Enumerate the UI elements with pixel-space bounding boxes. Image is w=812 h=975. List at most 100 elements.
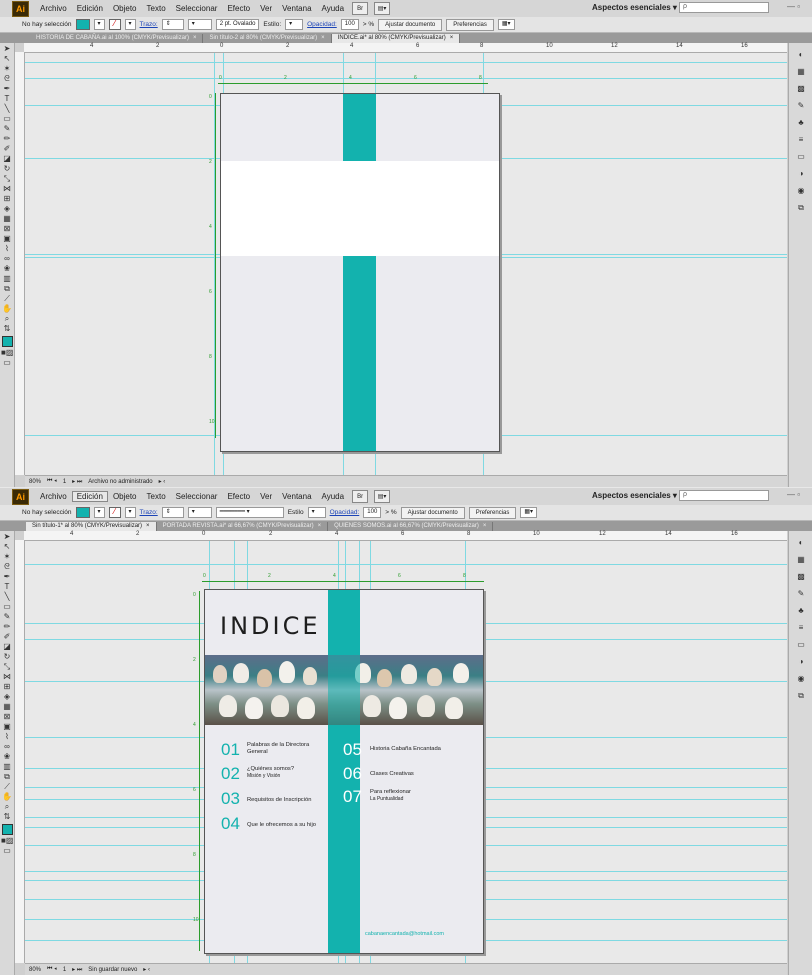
menu-edicion[interactable]: Edición (72, 4, 108, 13)
menu-texto[interactable]: Texto (142, 492, 171, 501)
window-controls[interactable]: — ▫ (787, 2, 800, 11)
teal-stripe-top[interactable] (343, 94, 376, 161)
scale-tool-icon[interactable]: ⤡ (1, 662, 13, 671)
line-tool-icon[interactable]: ╲ (1, 592, 13, 601)
menu-efecto[interactable]: Efecto (222, 492, 255, 501)
variable-width-dropdown[interactable]: ▾ (187, 507, 212, 518)
stroke-none-icon[interactable]: ⁄ (108, 19, 121, 30)
rectangle-tool-icon[interactable]: ▭ (1, 602, 13, 611)
tab-portada-revista[interactable]: PORTADA REVISTA.ai* al 66,67% (CMYK/Prev… (157, 521, 329, 531)
hand-tool-icon[interactable]: ✋ (1, 304, 13, 313)
status-menu-icon[interactable]: ▸ ‹ (143, 966, 150, 973)
zoom-tool-icon[interactable]: ⌕ (1, 802, 13, 811)
canvas[interactable]: 0 2 4 6 8 0 2 4 6 8 10 (25, 53, 787, 475)
canvas[interactable]: 0 2 4 6 8 0 2 4 6 8 10 INDICE 01 Palabra… (25, 541, 787, 963)
artboard-nav-prev-icon[interactable]: ⏮ ◂ (47, 966, 57, 973)
stroke-label[interactable]: Trazo: (140, 509, 158, 516)
blob-brush-tool-icon[interactable]: ✐ (1, 632, 13, 641)
status-menu-icon[interactable]: ▸ ‹ (159, 478, 166, 485)
blend-tool-icon[interactable]: ∞ (1, 742, 13, 751)
arrange-icon[interactable]: ▦▾ (520, 507, 538, 518)
guide-line[interactable] (25, 564, 787, 565)
symbols-panel-icon[interactable]: ♣ (795, 606, 807, 616)
stroke-panel-icon[interactable]: ≡ (795, 135, 807, 145)
brush-tool-icon[interactable]: ✎ (1, 124, 13, 133)
fill-swatch[interactable] (75, 19, 90, 30)
pencil-tool-icon[interactable]: ✏ (1, 622, 13, 631)
perspective-tool-icon[interactable]: ▦ (1, 702, 13, 711)
transparency-panel-icon[interactable]: ◑ (795, 657, 807, 667)
swap-colors-icon[interactable]: ⇅ (1, 812, 13, 821)
workspace-switcher[interactable]: Aspectos esenciales ▾ (592, 3, 677, 12)
fit-document-button[interactable]: Ajustar documento (400, 506, 465, 519)
opacity-label[interactable]: Opacidad: (307, 21, 337, 28)
magic-wand-tool-icon[interactable]: ✶ (1, 552, 13, 561)
symbols-panel-icon[interactable]: ♣ (795, 118, 807, 128)
transparency-panel-icon[interactable]: ◑ (795, 169, 807, 179)
pen-tool-icon[interactable]: ✒ (1, 84, 13, 93)
stroke-panel-icon[interactable]: ≡ (795, 623, 807, 633)
workspace-switcher[interactable]: Aspectos esenciales ▾ (592, 491, 677, 500)
fill-color-icon[interactable] (2, 824, 13, 835)
opacity-unit[interactable]: > % (363, 21, 374, 28)
brush-dropdown[interactable]: 2 pt. Ovalado (215, 19, 260, 30)
tab-quienes-somos[interactable]: QUIENES SOMOS.ai al 66,67% (CMYK/Previsu… (328, 521, 494, 531)
close-tab-icon[interactable]: × (146, 523, 150, 529)
artboard-indice[interactable] (220, 93, 500, 452)
color-panel-icon[interactable]: ◐ (795, 50, 807, 60)
rectangle-tool-icon[interactable]: ▭ (1, 114, 13, 123)
preferences-button[interactable]: Preferencias (468, 506, 517, 519)
teal-stripe-top[interactable] (328, 590, 360, 655)
screen-mode-icon[interactable]: ▭ (1, 358, 13, 367)
brushes-panel-icon[interactable]: ✎ (795, 589, 807, 599)
width-tool-icon[interactable]: ⋈ (1, 184, 13, 193)
brush-tool-icon[interactable]: ✎ (1, 612, 13, 621)
mesh-tool-icon[interactable]: ⊠ (1, 712, 13, 721)
selection-tool-icon[interactable]: ➤ (1, 44, 13, 53)
eyedropper-tool-icon[interactable]: ⌇ (1, 732, 13, 741)
opacity-input[interactable]: 100 (363, 507, 382, 518)
menu-ayuda[interactable]: Ayuda (317, 4, 350, 13)
arrange-icon[interactable]: ▦▾ (497, 19, 515, 30)
lasso-tool-icon[interactable]: ᘓ (1, 562, 13, 571)
stroke-dropdown[interactable]: ▾ (124, 19, 136, 30)
graph-tool-icon[interactable]: ▥ (1, 274, 13, 283)
artboard-indice[interactable]: INDICE 01 Palabras de la Directora Gener… (204, 589, 484, 954)
bridge-icon[interactable]: Br (352, 2, 369, 15)
rotate-tool-icon[interactable]: ↻ (1, 164, 13, 173)
shape-builder-tool-icon[interactable]: ◈ (1, 204, 13, 213)
menu-ventana[interactable]: Ventana (277, 4, 316, 13)
graph-tool-icon[interactable]: ▥ (1, 762, 13, 771)
stroke-none-icon[interactable]: ⁄ (108, 507, 121, 518)
style-dropdown[interactable]: ▾ (307, 507, 326, 518)
menu-ventana[interactable]: Ventana (277, 492, 316, 501)
eyedropper-tool-icon[interactable]: ⌇ (1, 244, 13, 253)
zoom-level[interactable]: 80% (29, 479, 41, 485)
arrange-documents-icon[interactable]: ▤▾ (374, 490, 391, 503)
close-tab-icon[interactable]: × (321, 35, 325, 41)
bridge-icon[interactable]: Br (352, 490, 369, 503)
zoom-level[interactable]: 80% (29, 967, 41, 973)
zoom-tool-icon[interactable]: ⌕ (1, 314, 13, 323)
stroke-weight[interactable]: ⇕ (161, 507, 184, 518)
slice-tool-icon[interactable]: ⟋ (1, 294, 13, 303)
tab-sin-titulo-1[interactable]: Sin título-1* al 80% (CMYK/Previsualizar… (26, 521, 157, 531)
eraser-tool-icon[interactable]: ◪ (1, 154, 13, 163)
shape-builder-tool-icon[interactable]: ◈ (1, 692, 13, 701)
close-tab-icon[interactable]: × (450, 35, 454, 41)
blob-brush-tool-icon[interactable]: ✐ (1, 144, 13, 153)
close-tab-icon[interactable]: × (318, 523, 322, 529)
menu-ver[interactable]: Ver (255, 4, 277, 13)
preferences-button[interactable]: Preferencias (446, 18, 494, 31)
artboard-tool-icon[interactable]: ⧉ (1, 772, 13, 781)
line-tool-icon[interactable]: ╲ (1, 104, 13, 113)
menu-edicion[interactable]: Edición (71, 491, 108, 502)
tab-indice[interactable]: INDICE.ai* al 80% (CMYK/Previsualizar) × (331, 33, 461, 43)
slice-tool-icon[interactable]: ⟋ (1, 782, 13, 791)
stroke-weight[interactable]: ⇕ (161, 19, 184, 30)
window-controls[interactable]: — ▫ (787, 490, 800, 499)
menu-seleccionar[interactable]: Seleccionar (171, 492, 223, 501)
color-guide-icon[interactable]: ▦ (795, 555, 807, 565)
menu-texto[interactable]: Texto (142, 4, 171, 13)
brush-dropdown[interactable]: ━━━━━━━ ▾ (215, 507, 284, 518)
